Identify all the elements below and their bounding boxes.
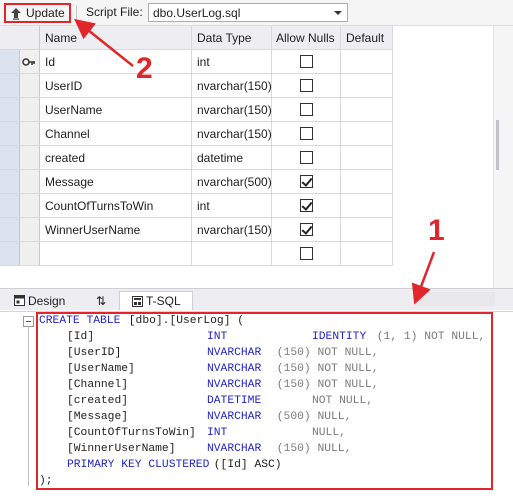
annotation-arrow-1 <box>411 251 436 305</box>
annotation-arrow-2 <box>74 18 134 67</box>
annotation-number-1: 1 <box>428 214 445 247</box>
annotation-number-2: 2 <box>136 52 153 85</box>
annotation-arrows <box>74 18 436 305</box>
